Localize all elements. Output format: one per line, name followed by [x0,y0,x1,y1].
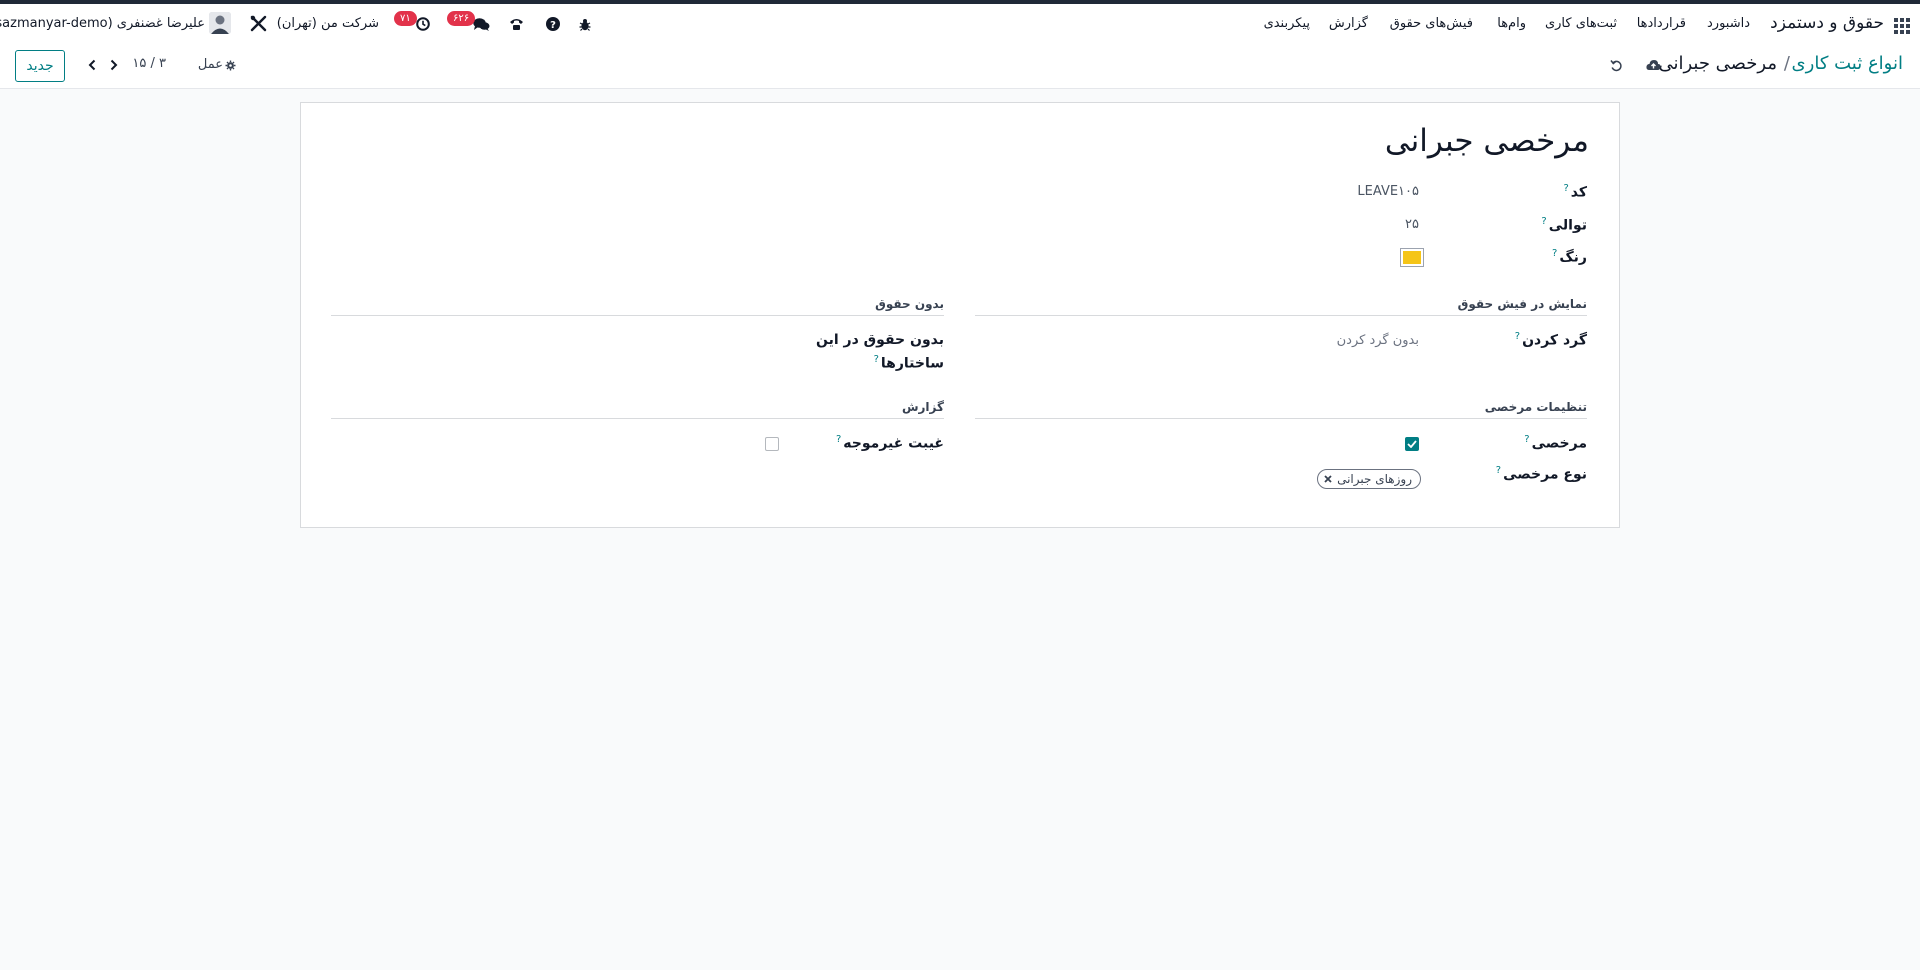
menu-contracts[interactable]: قراردادها [1637,16,1686,31]
activities-badge: ۷۱ [394,11,417,26]
chevron-right-icon[interactable] [108,58,120,72]
menu-dashboard[interactable]: داشبورد [1707,16,1750,31]
code-field[interactable]: LEAVE۱۰۵ [1357,184,1419,199]
app-brand[interactable]: حقوق و دستمزد [1770,13,1884,33]
breadcrumb-current: مرخصی جبرانی [1658,53,1777,74]
cloud-upload-icon[interactable] [1645,57,1661,73]
new-record-button[interactable]: جدید [15,50,65,82]
undo-icon[interactable] [1608,57,1624,73]
user-menu[interactable]: علیرضا غضنفری (sazmanyar-demo) [0,16,205,31]
phone-icon[interactable] [508,16,524,32]
svg-text:?: ? [550,20,556,31]
rounding-label: گرد کردن? [1514,331,1587,349]
bug-icon[interactable] [578,16,592,32]
menu-payslips[interactable]: فیش‌های حقوق [1390,16,1473,31]
messages-badge: ۶۲۶ [447,11,476,26]
menu-reporting[interactable]: گزارش [1329,16,1368,31]
section-unpaid-rule [331,315,944,316]
section-leave-settings: تنظیمات مرخصی [1484,400,1587,414]
clock-icon[interactable] [415,16,431,32]
main-navbar: حقوق و دستمزد داشبورد قراردادها ثبت‌های … [0,4,1920,45]
gear-icon[interactable] [224,59,236,71]
leave-label: مرخصی? [1524,434,1587,452]
unpaid-structures-label: بدون حقوق در این ساختارها? [816,331,944,374]
color-swatch[interactable] [1400,248,1424,267]
color-label: رنگ? [1552,248,1587,266]
unpaid-structures-label-line2: ساختارها? [873,354,944,372]
actions-menu[interactable]: عمل [198,57,223,72]
avatar[interactable] [209,12,231,34]
section-payslip-display: نمایش در فیش حقوق [1457,297,1587,311]
control-panel: انواع ثبت کاری / مرخصی جبرانی عمل ۳ / ۱۵… [0,45,1920,89]
leave-type-tag-label: روزهای جبرانی [1337,472,1412,486]
section-report-rule [331,418,944,419]
section-leave-rule [975,418,1587,419]
leave-checkbox[interactable] [1405,437,1419,451]
close-icon[interactable] [1324,475,1332,483]
tools-icon[interactable] [249,14,267,32]
section-unpaid: بدون حقوق [875,297,944,311]
record-title[interactable]: مرخصی جبرانی [1385,123,1589,159]
section-report: گزارش [901,400,944,414]
breadcrumb-parent[interactable]: انواع ثبت کاری [1792,53,1903,74]
rounding-field[interactable]: بدون گرد کردن [1337,333,1419,348]
color-swatch-fill [1403,251,1421,264]
form-sheet: مرخصی جبرانی کد? LEAVE۱۰۵ توالی? ۲۵ رنگ?… [300,102,1620,528]
menu-loans[interactable]: وام‌ها [1497,16,1526,31]
section-payslip-rule [975,315,1587,316]
unjustified-absence-label: غیبت غیرموجه? [835,434,944,452]
sequence-field[interactable]: ۲۵ [1405,217,1419,232]
unpaid-structures-label-line1: بدون حقوق در این [816,332,944,348]
pager-value[interactable]: ۳ / ۱۵ [132,56,166,71]
menu-configuration[interactable]: پیکربندی [1264,16,1310,31]
chevron-left-icon[interactable] [86,58,98,72]
breadcrumb-separator: / [1783,53,1790,74]
company-switcher[interactable]: شرکت من (تهران) [277,16,379,31]
unjustified-absence-checkbox[interactable] [765,437,779,451]
menu-work-entries[interactable]: ثبت‌های کاری [1545,16,1617,31]
leave-type-label: نوع مرخصی? [1495,465,1587,483]
code-label: کد? [1563,183,1587,201]
sequence-label: توالی? [1541,216,1587,234]
question-circle-icon[interactable]: ? [545,16,561,32]
apps-grid-icon[interactable] [1894,18,1910,34]
leave-type-tag[interactable]: روزهای جبرانی [1317,469,1421,489]
